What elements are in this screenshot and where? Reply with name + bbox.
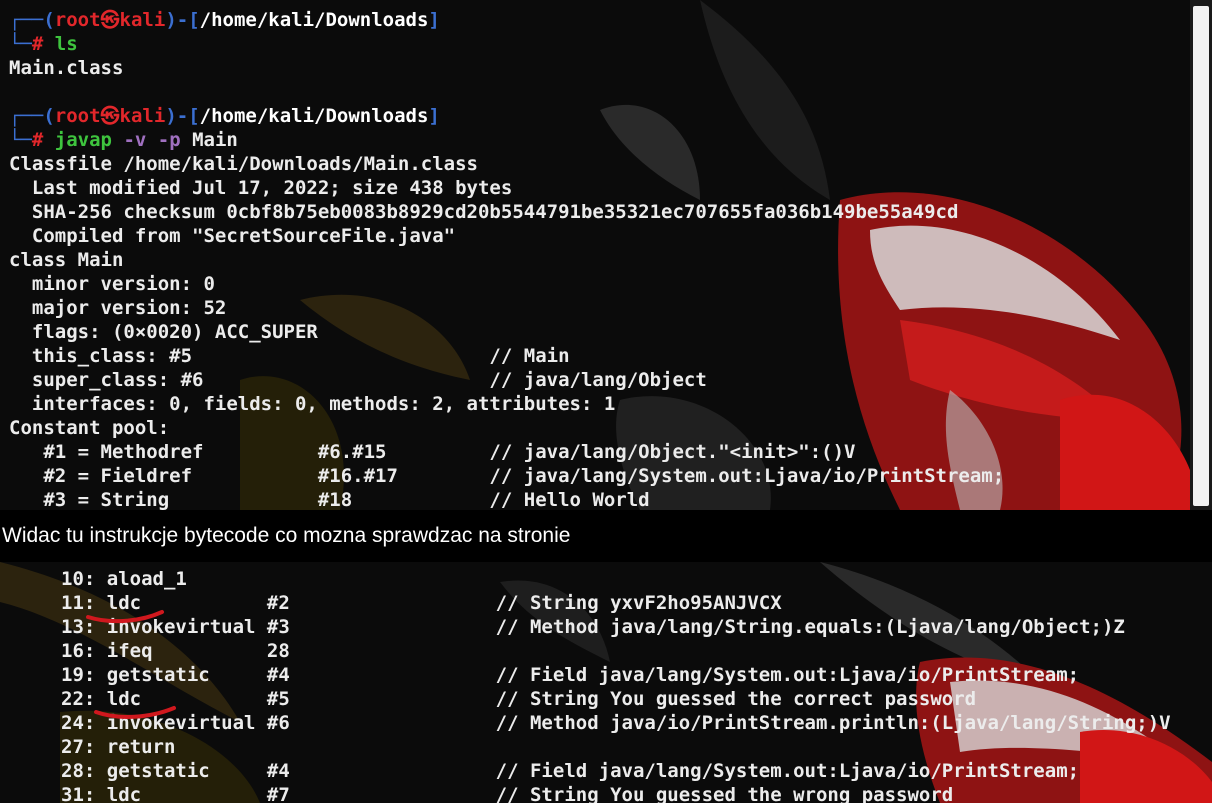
terminal-scrollbar[interactable] xyxy=(1190,0,1212,510)
prompt-user: root xyxy=(54,9,101,31)
prompt-line: ┌──(root㉿kali)-[/home/kali/Downloads] xyxy=(9,8,1004,32)
prompt-host: kali xyxy=(119,105,166,127)
prompt-hash: # xyxy=(31,129,44,151)
red-underline-annotations xyxy=(86,610,176,719)
prompt-bracket-end: ] xyxy=(428,9,440,31)
scrollbar-thumb[interactable] xyxy=(1193,6,1209,506)
command-argument: Main xyxy=(192,129,238,151)
output-line: super_class: #6 // java/lang/Object xyxy=(9,369,707,391)
output-line: #3 = String #18 // Hello World xyxy=(9,489,650,510)
prompt-separator: )-[ xyxy=(165,9,200,31)
skull-icon: ㉿ xyxy=(100,105,120,127)
prompt-corner-bottom: └─ xyxy=(9,33,32,55)
command-text: ls xyxy=(54,33,78,55)
output-line: interfaces: 0, fields: 0, methods: 2, at… xyxy=(9,393,616,415)
output-line: #1 = Methodref #6.#15 // java/lang/Objec… xyxy=(9,441,856,463)
terminal-top-panel: ┌──(root㉿kali)-[/home/kali/Downloads] └─… xyxy=(0,0,1212,510)
prompt-path: /home/kali/Downloads xyxy=(199,105,429,127)
skull-icon: ㉿ xyxy=(100,9,120,31)
output-line: Compiled from "SecretSourceFile.java" xyxy=(9,225,456,247)
output-line: Classfile /home/kali/Downloads/Main.clas… xyxy=(9,153,478,175)
prompt-host: kali xyxy=(119,9,166,31)
prompt-hash: # xyxy=(31,33,44,55)
command-line: └─# ls xyxy=(9,32,1004,56)
command-text: javap xyxy=(54,129,112,151)
output-line: class Main xyxy=(9,249,124,271)
terminal-output: ┌──(root㉿kali)-[/home/kali/Downloads] └─… xyxy=(9,8,1004,510)
prompt-user: root xyxy=(54,105,101,127)
output-line: this_class: #5 // Main xyxy=(9,345,570,367)
output-line: major version: 52 xyxy=(9,297,227,319)
prompt-corner: ┌──( xyxy=(9,105,55,127)
underline-mark xyxy=(86,610,164,624)
prompt-line: ┌──(root㉿kali)-[/home/kali/Downloads] xyxy=(9,104,1004,128)
output-line: Constant pool: xyxy=(9,417,170,439)
prompt-separator: )-[ xyxy=(165,105,200,127)
terminal-bottom-panel: 10: aload_1 11: ldc #2 // String yxvF2ho… xyxy=(0,562,1212,803)
prompt-path: /home/kali/Downloads xyxy=(199,9,429,31)
prompt-corner: ┌──( xyxy=(9,9,55,31)
underline-mark xyxy=(94,706,176,719)
output-line: Last modified Jul 17, 2022; size 438 byt… xyxy=(9,177,513,199)
prompt-bracket-end: ] xyxy=(428,105,440,127)
output-line: minor version: 0 xyxy=(9,273,215,295)
output-line: Main.class xyxy=(9,57,124,79)
caption-text: Widac tu instrukcje bytecode co mozna sp… xyxy=(0,510,1212,562)
command-flags: -v -p xyxy=(123,129,181,151)
output-line: #2 = Fieldref #16.#17 // java/lang/Syste… xyxy=(9,465,1005,487)
output-line: SHA-256 checksum 0cbf8b75eb0083b8929cd20… xyxy=(9,201,959,223)
prompt-corner-bottom: └─ xyxy=(9,129,32,151)
command-line: └─# javap -v -p Main xyxy=(9,128,1004,152)
output-line: flags: (0×0020) ACC_SUPER xyxy=(9,321,318,343)
